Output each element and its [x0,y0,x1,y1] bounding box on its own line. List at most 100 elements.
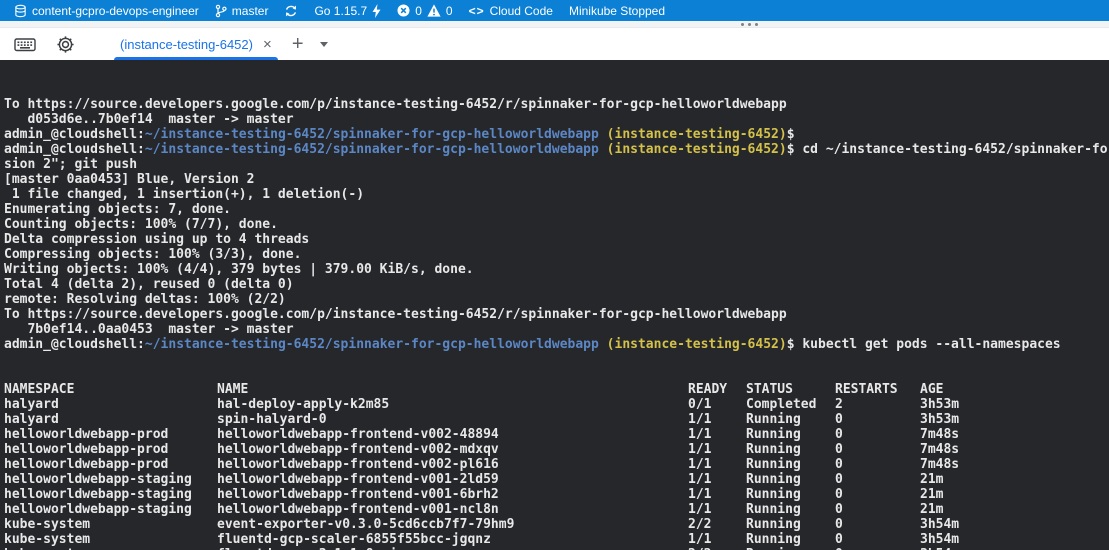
pod-cell: 7m48s [920,427,1109,442]
pod-cell: 2/2 [688,517,746,532]
prompt-space [599,337,607,352]
error-count: 0 [415,4,422,18]
pods-header-row: NAMESPACENAMEREADYSTATUSRESTARTSAGE [4,382,1109,397]
pod-cell: kube-system [4,532,217,547]
pod-cell: 1/1 [688,442,746,457]
warning-triangle-icon [427,4,441,17]
minikube-status[interactable]: Minikube Stopped [561,0,673,21]
prompt-env: (instance-testing-6452) [607,142,787,157]
pod-cell: 0 [835,412,920,427]
pod-cell: 0/1 [688,397,746,412]
pod-row: kube-systemevent-exporter-v0.3.0-5cd6ccb… [4,517,1109,532]
pod-row: helloworldwebapp-staginghelloworldwebapp… [4,472,1109,487]
pod-row: helloworldwebapp-prodhelloworldwebapp-fr… [4,427,1109,442]
git-branch-icon [215,4,227,18]
keyboard-button[interactable] [12,31,38,57]
pod-cell: halyard [4,397,217,412]
pod-cell: 21m [920,502,1109,517]
terminal-text-line: Total 4 (delta 2), reused 0 (delta 0) [4,277,1109,292]
terminal-output: To https://source.developers.google.com/… [4,97,1109,352]
gear-icon [56,35,75,54]
pod-cell: Running [746,487,835,502]
pods-table: NAMESPACENAMEREADYSTATUSRESTARTSAGEhalya… [4,382,1109,550]
pod-cell: helloworldwebapp-frontend-v001-6brh2 [217,487,688,502]
git-branch-indicator[interactable]: master [207,0,277,21]
pod-cell: 0 [835,517,920,532]
status-bar: content-gcpro-devops-engineer master Go … [0,0,1109,21]
pod-row: helloworldwebapp-prodhelloworldwebapp-fr… [4,457,1109,472]
prompt-path: ~/instance-testing-6452/spinnaker-for-gc… [145,337,599,352]
prompt-symbol-and-command: $ cd ~/instance-testing-6452/spinnaker-f… [787,142,1108,157]
pod-cell: helloworldwebapp-frontend-v002-mdxqv [217,442,688,457]
tab-options-button[interactable] [316,32,332,56]
prompt-user: admin_@cloudshell: [4,127,145,142]
cloud-shell-terminal[interactable]: To https://source.developers.google.com/… [0,60,1109,550]
tab-label: (instance-testing-6452) [120,37,253,52]
terminal-prompt-line: admin_@cloudshell:~/instance-testing-645… [4,127,1109,142]
ellipsis-drag-handle-icon[interactable] [741,23,758,26]
add-tab-button[interactable]: + [286,32,310,56]
pod-cell: Running [746,472,835,487]
branch-name: master [232,4,269,18]
terminal-text-line: Delta compression using up to 4 threads [4,232,1109,247]
terminal-text-line: d053d6e..7b0ef14 master -> master [4,112,1109,127]
pod-cell: spin-halyard-0 [217,412,688,427]
go-version-indicator[interactable]: Go 1.15.7 [306,0,389,21]
pods-header-cell: READY [688,382,746,397]
pod-cell: helloworldwebapp-frontend-v001-ncl8n [217,502,688,517]
terminal-text-line: sion 2"; git push [4,157,1109,172]
pod-cell: fluentd-gcp-scaler-6855f55bcc-jgqnz [217,532,688,547]
terminal-text-line: [master 0aa0453] Blue, Version 2 [4,172,1109,187]
pod-cell: 7m48s [920,457,1109,472]
pod-cell: helloworldwebapp-prod [4,427,217,442]
pod-cell: helloworldwebapp-frontend-v002-pl616 [217,457,688,472]
pod-cell: 2 [835,397,920,412]
pod-row: halyardhal-deploy-apply-k2m850/1Complete… [4,397,1109,412]
active-tab-underline [114,57,278,60]
pod-cell: 0 [835,472,920,487]
keyboard-icon [14,36,36,53]
terminal-text-line: To https://source.developers.google.com/… [4,97,1109,112]
pods-header-cell: RESTARTS [835,382,920,397]
cloud-code-indicator[interactable]: <> Cloud Code [461,0,561,21]
pod-row: helloworldwebapp-prodhelloworldwebapp-fr… [4,442,1109,457]
pod-cell: 1/1 [688,457,746,472]
terminal-prompt-line: admin_@cloudshell:~/instance-testing-645… [4,142,1109,157]
sync-button[interactable] [276,0,306,21]
tab-instance-testing-6452[interactable]: (instance-testing-6452) × [114,28,278,60]
cloud-code-label: Cloud Code [490,4,553,18]
pod-cell: Running [746,502,835,517]
pod-cell: event-exporter-v0.3.0-5cd6ccb7f7-79hm9 [217,517,688,532]
pods-header-cell: NAMESPACE [4,382,217,397]
terminal-text-line: To https://source.developers.google.com/… [4,307,1109,322]
pod-cell: 0 [835,502,920,517]
terminal-text-line: remote: Resolving deltas: 100% (2/2) [4,292,1109,307]
close-icon[interactable]: × [263,37,272,52]
pod-row: kube-systemfluentd-gcp-scaler-6855f55bcc… [4,532,1109,547]
pod-cell: helloworldwebapp-staging [4,472,217,487]
pod-cell: 0 [835,457,920,472]
pod-cell: helloworldwebapp-staging [4,502,217,517]
prompt-env: (instance-testing-6452) [607,127,787,142]
pod-cell: Running [746,442,835,457]
pod-cell: halyard [4,412,217,427]
pod-cell: Running [746,412,835,427]
pod-cell: 0 [835,532,920,547]
chevron-down-icon [320,42,328,47]
terminal-text-line: 1 file changed, 1 insertion(+), 1 deleti… [4,187,1109,202]
terminal-text-line: 7b0ef14..0aa0453 master -> master [4,322,1109,337]
pod-cell: 21m [920,487,1109,502]
pod-row: halyardspin-halyard-01/1Running03h53m [4,412,1109,427]
prompt-env: (instance-testing-6452) [607,337,787,352]
prompt-space [599,142,607,157]
project-indicator[interactable]: content-gcpro-devops-engineer [6,0,207,21]
problems-indicator[interactable]: 0 0 [389,0,460,21]
pod-cell: 3h53m [920,412,1109,427]
pod-cell: 21m [920,472,1109,487]
pod-cell: helloworldwebapp-frontend-v001-2ld59 [217,472,688,487]
pod-cell: 0 [835,487,920,502]
pod-cell: 1/1 [688,412,746,427]
pod-cell: Running [746,532,835,547]
pod-cell: 3h53m [920,397,1109,412]
settings-button[interactable] [52,31,78,57]
